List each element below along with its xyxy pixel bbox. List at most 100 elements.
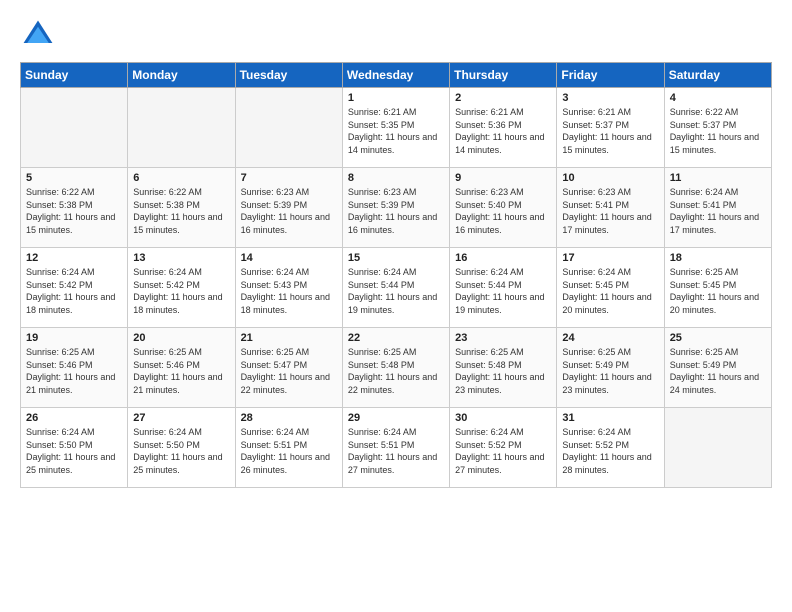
day-number: 3 [562, 92, 658, 104]
day-info: Sunrise: 6:24 AMSunset: 5:43 PMDaylight:… [241, 266, 337, 316]
calendar-cell: 20 Sunrise: 6:25 AMSunset: 5:46 PMDayligh… [128, 328, 235, 408]
day-info: Sunrise: 6:22 AMSunset: 5:38 PMDaylight:… [26, 186, 122, 236]
day-number: 27 [133, 412, 229, 424]
day-number: 4 [670, 92, 766, 104]
calendar-cell: 27 Sunrise: 6:24 AMSunset: 5:50 PMDayligh… [128, 408, 235, 488]
day-number: 15 [348, 252, 444, 264]
day-number: 22 [348, 332, 444, 344]
day-number: 14 [241, 252, 337, 264]
day-info: Sunrise: 6:24 AMSunset: 5:42 PMDaylight:… [26, 266, 122, 316]
calendar-cell: 3 Sunrise: 6:21 AMSunset: 5:37 PMDaylight… [557, 88, 664, 168]
logo [20, 16, 62, 52]
day-number: 21 [241, 332, 337, 344]
day-info: Sunrise: 6:24 AMSunset: 5:44 PMDaylight:… [348, 266, 444, 316]
day-info: Sunrise: 6:23 AMSunset: 5:40 PMDaylight:… [455, 186, 551, 236]
calendar-cell: 23Sunrise: 6:25 AMSunset: 5:48 PMDayligh… [450, 328, 557, 408]
day-number: 8 [348, 172, 444, 184]
calendar-cell: 1 Sunrise: 6:21 AMSunset: 5:35 PMDaylight… [342, 88, 449, 168]
day-info: Sunrise: 6:23 AMSunset: 5:39 PMDaylight:… [241, 186, 337, 236]
calendar-cell: 19 Sunrise: 6:25 AMSunset: 5:46 PMDayligh… [21, 328, 128, 408]
day-info: Sunrise: 6:25 AMSunset: 5:49 PMDaylight:… [670, 346, 766, 396]
calendar-header-sunday: Sunday [21, 63, 128, 88]
calendar-cell: 8 Sunrise: 6:23 AMSunset: 5:39 PMDaylight… [342, 168, 449, 248]
day-number: 18 [670, 252, 766, 264]
day-info: Sunrise: 6:25 AMSunset: 5:46 PMDaylight:… [26, 346, 122, 396]
page: SundayMondayTuesdayWednesdayThursdayFrid… [0, 0, 792, 612]
logo-icon [20, 16, 56, 52]
calendar-week-4: 19 Sunrise: 6:25 AMSunset: 5:46 PMDayligh… [21, 328, 772, 408]
calendar-week-5: 26 Sunrise: 6:24 AMSunset: 5:50 PMDayligh… [21, 408, 772, 488]
day-number: 31 [562, 412, 658, 424]
day-number: 29 [348, 412, 444, 424]
calendar-cell [664, 408, 771, 488]
day-number: 2 [455, 92, 551, 104]
calendar-cell [128, 88, 235, 168]
calendar-header-row: SundayMondayTuesdayWednesdayThursdayFrid… [21, 63, 772, 88]
day-info: Sunrise: 6:25 AMSunset: 5:46 PMDaylight:… [133, 346, 229, 396]
day-info: Sunrise: 6:25 AMSunset: 5:47 PMDaylight:… [241, 346, 337, 396]
day-info: Sunrise: 6:24 AMSunset: 5:41 PMDaylight:… [670, 186, 766, 236]
day-info: Sunrise: 6:22 AMSunset: 5:37 PMDaylight:… [670, 106, 766, 156]
day-number: 19 [26, 332, 122, 344]
calendar-cell: 13Sunrise: 6:24 AMSunset: 5:42 PMDayligh… [128, 248, 235, 328]
calendar-cell: 29Sunrise: 6:24 AMSunset: 5:51 PMDayligh… [342, 408, 449, 488]
calendar-week-3: 12 Sunrise: 6:24 AMSunset: 5:42 PMDayligh… [21, 248, 772, 328]
calendar-week-1: 1 Sunrise: 6:21 AMSunset: 5:35 PMDaylight… [21, 88, 772, 168]
calendar-cell: 25 Sunrise: 6:25 AMSunset: 5:49 PMDayligh… [664, 328, 771, 408]
day-number: 13 [133, 252, 229, 264]
calendar-header-saturday: Saturday [664, 63, 771, 88]
day-number: 5 [26, 172, 122, 184]
calendar-header-wednesday: Wednesday [342, 63, 449, 88]
day-info: Sunrise: 6:23 AMSunset: 5:41 PMDaylight:… [562, 186, 658, 236]
day-info: Sunrise: 6:21 AMSunset: 5:36 PMDaylight:… [455, 106, 551, 156]
day-info: Sunrise: 6:24 AMSunset: 5:51 PMDaylight:… [241, 426, 337, 476]
calendar-cell [235, 88, 342, 168]
calendar-cell: 18 Sunrise: 6:25 AMSunset: 5:45 PMDayligh… [664, 248, 771, 328]
day-info: Sunrise: 6:25 AMSunset: 5:48 PMDaylight:… [348, 346, 444, 396]
calendar-header-friday: Friday [557, 63, 664, 88]
header [20, 16, 772, 52]
calendar: SundayMondayTuesdayWednesdayThursdayFrid… [20, 62, 772, 488]
day-number: 1 [348, 92, 444, 104]
calendar-cell: 28 Sunrise: 6:24 AMSunset: 5:51 PMDayligh… [235, 408, 342, 488]
calendar-cell: 6 Sunrise: 6:22 AMSunset: 5:38 PMDaylight… [128, 168, 235, 248]
day-number: 30 [455, 412, 551, 424]
calendar-cell: 16 Sunrise: 6:24 AMSunset: 5:44 PMDayligh… [450, 248, 557, 328]
day-info: Sunrise: 6:24 AMSunset: 5:52 PMDaylight:… [562, 426, 658, 476]
calendar-cell: 10Sunrise: 6:23 AMSunset: 5:41 PMDayligh… [557, 168, 664, 248]
day-info: Sunrise: 6:23 AMSunset: 5:39 PMDaylight:… [348, 186, 444, 236]
calendar-cell: 30 Sunrise: 6:24 AMSunset: 5:52 PMDayligh… [450, 408, 557, 488]
day-number: 24 [562, 332, 658, 344]
day-info: Sunrise: 6:24 AMSunset: 5:44 PMDaylight:… [455, 266, 551, 316]
calendar-cell [21, 88, 128, 168]
day-info: Sunrise: 6:21 AMSunset: 5:37 PMDaylight:… [562, 106, 658, 156]
day-number: 17 [562, 252, 658, 264]
day-info: Sunrise: 6:24 AMSunset: 5:45 PMDaylight:… [562, 266, 658, 316]
day-number: 12 [26, 252, 122, 264]
day-info: Sunrise: 6:21 AMSunset: 5:35 PMDaylight:… [348, 106, 444, 156]
calendar-cell: 14 Sunrise: 6:24 AMSunset: 5:43 PMDayligh… [235, 248, 342, 328]
day-number: 28 [241, 412, 337, 424]
day-number: 23 [455, 332, 551, 344]
day-info: Sunrise: 6:24 AMSunset: 5:52 PMDaylight:… [455, 426, 551, 476]
calendar-cell: 4 Sunrise: 6:22 AMSunset: 5:37 PMDaylight… [664, 88, 771, 168]
calendar-cell: 7Sunrise: 6:23 AMSunset: 5:39 PMDaylight… [235, 168, 342, 248]
day-number: 25 [670, 332, 766, 344]
day-number: 26 [26, 412, 122, 424]
day-info: Sunrise: 6:24 AMSunset: 5:50 PMDaylight:… [26, 426, 122, 476]
calendar-cell: 11 Sunrise: 6:24 AMSunset: 5:41 PMDayligh… [664, 168, 771, 248]
calendar-week-2: 5 Sunrise: 6:22 AMSunset: 5:38 PMDaylight… [21, 168, 772, 248]
day-number: 20 [133, 332, 229, 344]
day-info: Sunrise: 6:22 AMSunset: 5:38 PMDaylight:… [133, 186, 229, 236]
calendar-cell: 31 Sunrise: 6:24 AMSunset: 5:52 PMDayligh… [557, 408, 664, 488]
day-info: Sunrise: 6:24 AMSunset: 5:50 PMDaylight:… [133, 426, 229, 476]
calendar-cell: 22 Sunrise: 6:25 AMSunset: 5:48 PMDayligh… [342, 328, 449, 408]
day-number: 6 [133, 172, 229, 184]
day-info: Sunrise: 6:25 AMSunset: 5:45 PMDaylight:… [670, 266, 766, 316]
calendar-cell: 9Sunrise: 6:23 AMSunset: 5:40 PMDaylight… [450, 168, 557, 248]
calendar-cell: 12 Sunrise: 6:24 AMSunset: 5:42 PMDayligh… [21, 248, 128, 328]
calendar-header-tuesday: Tuesday [235, 63, 342, 88]
calendar-header-thursday: Thursday [450, 63, 557, 88]
day-number: 11 [670, 172, 766, 184]
day-number: 16 [455, 252, 551, 264]
